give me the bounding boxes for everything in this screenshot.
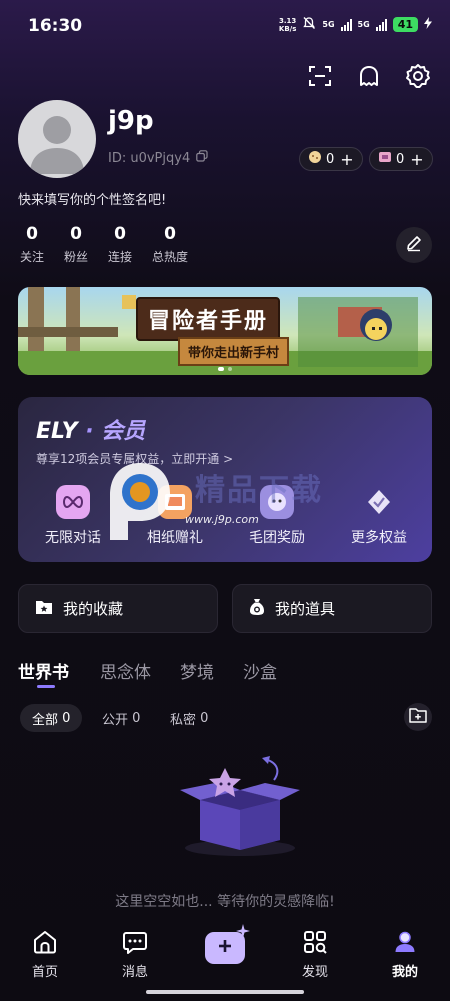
status-indicators: 3.13 KB/s 5G 5G 41 [279,16,432,33]
add-folder-button[interactable] [404,703,432,731]
stat-followers[interactable]: 0 粉丝 [62,224,90,265]
pencil-icon [405,234,423,256]
currency-2-value: 0 [396,151,405,167]
folder-plus-icon [409,707,427,727]
vip-title: ELY · 会员 [36,419,146,444]
message-icon [105,928,165,956]
network-type-1: 5G [322,20,335,29]
sparkle-icon [236,924,250,938]
copy-icon[interactable] [196,150,208,166]
charging-icon [424,17,432,32]
add-icon: + [410,149,424,169]
money-bag-icon [249,598,265,620]
stat-following[interactable]: 0 关注 [18,224,46,265]
settings-gear-icon[interactable] [404,62,432,90]
profile-icon [375,928,435,956]
username: j9p [108,106,154,136]
stat-connections[interactable]: 0 连接 [106,224,134,265]
signal-icon [340,18,352,31]
empty-state-message: 这里空空如也... 等待你的灵感降临! [115,894,335,910]
status-time: 16:30 [28,16,83,36]
status-bar: 16:30 3.13 KB/s 5G 5G 41 [0,0,450,52]
watermark-url: www.j9p.com [185,513,259,526]
watermark: 精品下载 www.j9p.com [100,455,370,545]
currency-pill-1[interactable]: 0 + [299,147,363,171]
gift-card-icon [378,150,392,168]
home-icon [15,928,75,956]
nav-profile[interactable]: 我的 [375,928,435,980]
adventurer-handbook-banner[interactable]: 冒险者手册 带你走出新手村 [18,287,432,375]
edit-profile-button[interactable] [396,227,432,263]
network-type-2: 5G [357,20,370,29]
empty-box-illustration [180,756,300,856]
user-id[interactable]: ID: u0vPjqy4 [108,150,208,166]
currency-pill-2[interactable]: 0 + [369,147,433,171]
banner-pagination [18,367,432,371]
star-folder-icon [35,599,53,619]
add-icon: + [340,149,354,169]
nav-messages[interactable]: 消息 [105,928,165,980]
tab-memories[interactable]: 思念体 [100,658,151,683]
my-items-button[interactable]: 我的道具 [232,584,432,633]
tab-world-book[interactable]: 世界书 [18,658,69,683]
cookie-coin-icon [308,150,322,168]
tab-sandbox[interactable]: 沙盒 [243,658,277,683]
stat-total-heat[interactable]: 0 总热度 [150,224,190,265]
signal-icon-2 [375,18,387,31]
mute-icon [302,16,316,33]
filter-public[interactable]: 公开 0 [90,704,152,732]
banner-subtitle: 带你走出新手村 [178,337,290,366]
watermark-logo-icon [110,463,170,540]
scan-icon[interactable] [306,62,334,90]
banner-title: 冒险者手册 [136,297,281,341]
currency-1-value: 0 [326,151,335,167]
tab-active-indicator [37,685,55,688]
nav-home[interactable]: 首页 [15,928,75,980]
discover-icon [285,928,345,956]
my-favorites-button[interactable]: 我的收藏 [18,584,218,633]
battery-badge: 41 [392,17,418,32]
tab-dreams[interactable]: 梦境 [180,658,214,683]
filter-all[interactable]: 全部 0 [20,704,83,732]
bio-text[interactable]: 快来填写你的个性签名吧! [18,189,166,208]
avatar[interactable] [18,100,96,178]
ghost-icon[interactable] [355,62,383,90]
nav-discover[interactable]: 发现 [285,928,345,980]
infinity-icon [56,485,90,519]
plus-sparkle-icon [213,934,237,962]
home-indicator[interactable] [146,990,304,994]
network-speed: 3.13 KB/s [278,16,297,33]
watermark-text: 精品下载 [195,473,323,508]
user-id-text: ID: u0vPjqy4 [108,150,191,166]
filter-private[interactable]: 私密 0 [158,704,220,732]
